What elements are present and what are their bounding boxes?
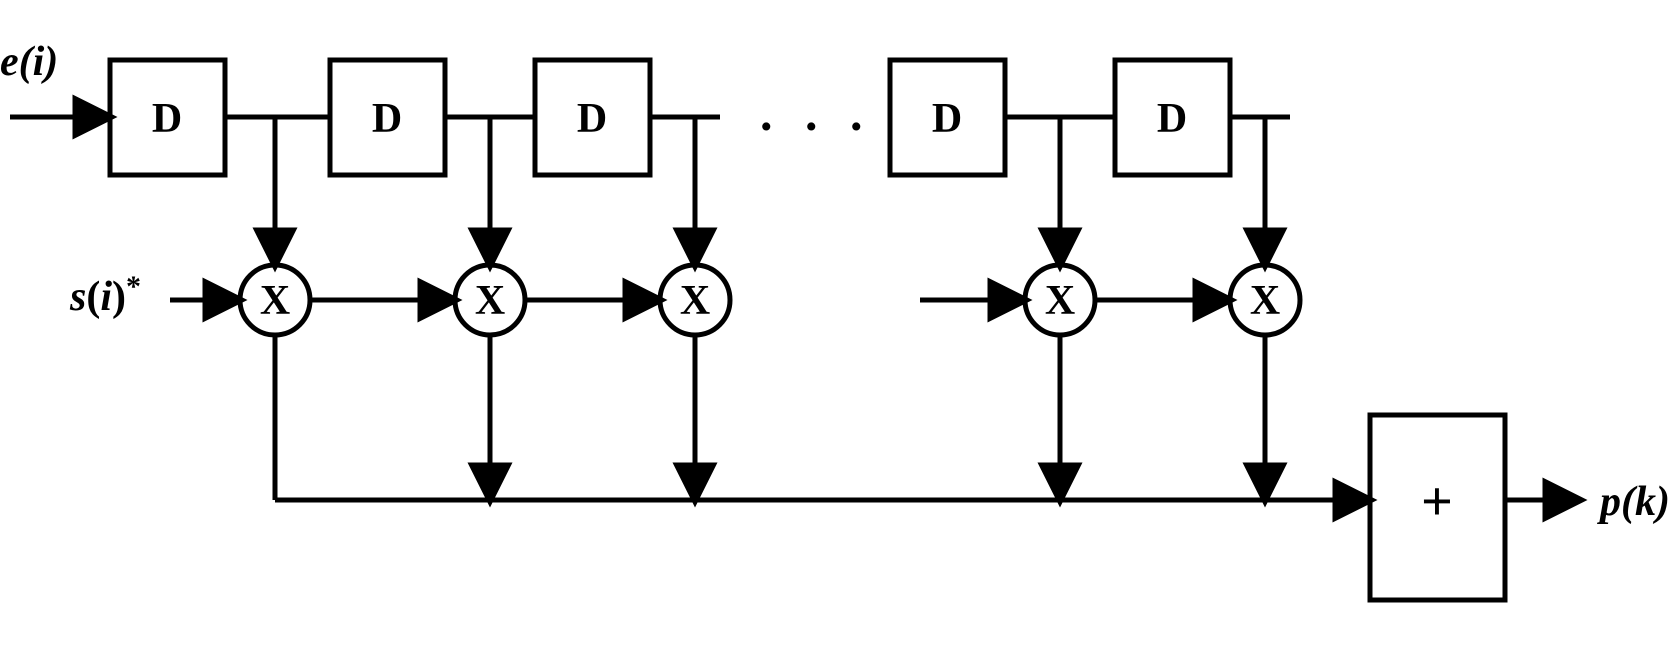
delay-label: D	[1157, 96, 1187, 142]
multiplier-label: X	[1250, 278, 1280, 324]
delay-label: D	[577, 96, 607, 142]
multiplier-label: X	[680, 278, 710, 324]
input-s-label: s(i)*	[69, 270, 141, 320]
ellipsis: . . .	[760, 85, 873, 141]
output-label: p(k)	[1597, 479, 1670, 525]
delay-label: D	[372, 96, 402, 142]
input-e-label: e(i)	[0, 39, 58, 85]
multiplier-label: X	[1045, 278, 1075, 324]
delay-label: D	[932, 96, 962, 142]
multiplier-label: X	[475, 278, 505, 324]
delay-label: D	[152, 96, 182, 142]
multiplier-label: X	[260, 278, 290, 324]
sum-label: +	[1421, 471, 1453, 533]
correlator-diagram: D D D D D . . . e(i) X X X X X s(i)*	[0, 0, 1672, 650]
